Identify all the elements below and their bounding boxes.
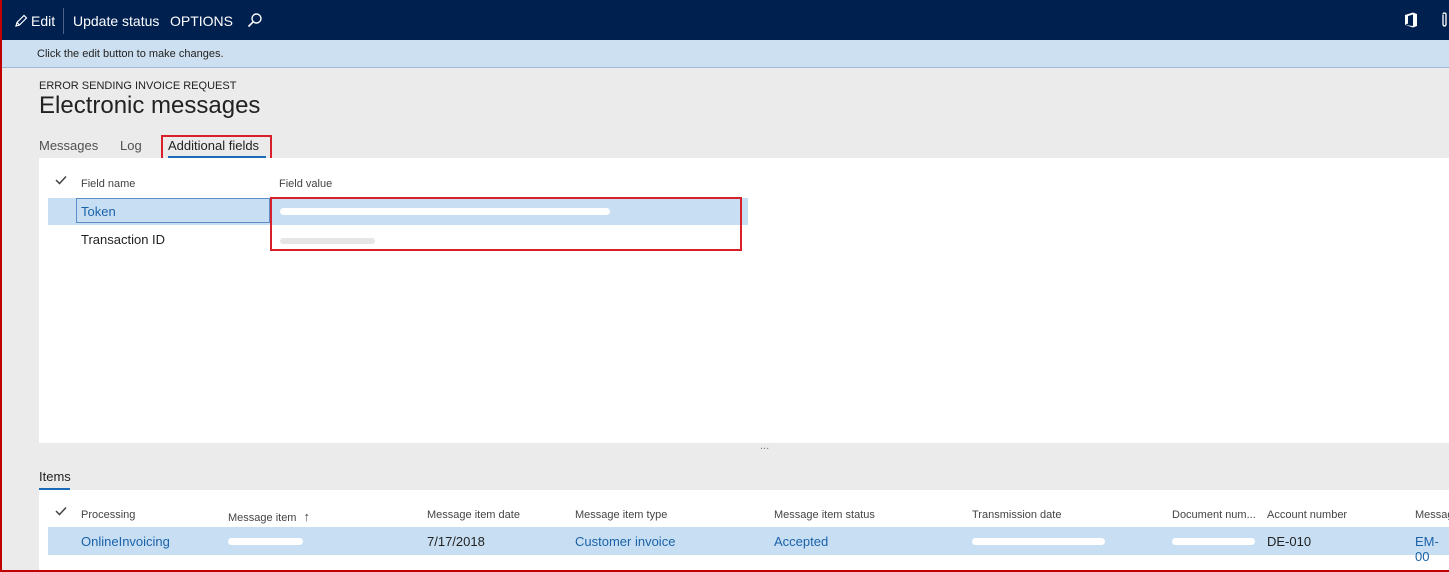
- info-message: Click the edit button to make changes.: [37, 48, 224, 60]
- checkmark-icon[interactable]: [55, 506, 67, 516]
- redaction-mark: [1172, 538, 1255, 545]
- column-header-field-name[interactable]: Field name: [81, 178, 135, 190]
- column-header-message[interactable]: Messag: [1415, 509, 1449, 521]
- column-header-field-value[interactable]: Field value: [279, 178, 332, 190]
- office-icon[interactable]: [1404, 12, 1418, 30]
- info-bar: Click the edit button to make changes.: [2, 40, 1449, 68]
- column-header-document-number[interactable]: Document num...: [1172, 509, 1256, 521]
- page-caption: ERROR SENDING INVOICE REQUEST: [39, 80, 237, 92]
- message-item-date: 7/17/2018: [427, 534, 485, 549]
- action-pane: Edit Update status OPTIONS: [2, 0, 1449, 40]
- edit-label: Edit: [31, 13, 56, 29]
- column-header-processing[interactable]: Processing: [81, 509, 135, 521]
- column-header-message-item-status[interactable]: Message item status: [774, 509, 875, 521]
- page-title: Electronic messages: [39, 92, 261, 119]
- checkmark-icon[interactable]: [55, 175, 67, 185]
- sort-ascending-icon: ↑: [303, 509, 311, 524]
- column-header-message-item-label: Message item: [228, 512, 297, 524]
- processing-link[interactable]: OnlineInvoicing: [81, 534, 170, 549]
- tab-messages[interactable]: Messages: [39, 138, 98, 153]
- redaction-mark: [228, 538, 303, 545]
- column-header-message-item-type[interactable]: Message item type: [575, 509, 667, 521]
- field-value-highlight-box: [270, 197, 742, 251]
- column-header-transmission-date[interactable]: Transmission date: [972, 509, 1061, 521]
- message-link[interactable]: EM-00: [1415, 534, 1449, 564]
- tab-highlight-box: [161, 135, 272, 160]
- column-header-message-item[interactable]: Message item ↑: [228, 509, 310, 524]
- update-status-button[interactable]: Update status: [73, 0, 159, 40]
- splitter-handle[interactable]: ...: [760, 440, 769, 452]
- column-header-account-number[interactable]: Account number: [1267, 509, 1347, 521]
- column-header-message-item-date[interactable]: Message item date: [427, 509, 520, 521]
- attachment-icon[interactable]: [1440, 12, 1449, 30]
- pencil-icon: [14, 14, 28, 28]
- account-number: DE-010: [1267, 534, 1312, 549]
- items-section-title[interactable]: Items: [39, 469, 71, 484]
- tab-log[interactable]: Log: [120, 138, 142, 153]
- field-name-token[interactable]: Token: [81, 204, 116, 219]
- message-item-status-link[interactable]: Accepted: [774, 534, 828, 549]
- search-icon[interactable]: [247, 12, 263, 30]
- message-item-type-link[interactable]: Customer invoice: [575, 534, 675, 549]
- redaction-mark: [972, 538, 1105, 545]
- options-button[interactable]: OPTIONS: [170, 0, 233, 40]
- toolbar-separator: [63, 8, 64, 34]
- field-name-transaction-id[interactable]: Transaction ID: [81, 232, 165, 247]
